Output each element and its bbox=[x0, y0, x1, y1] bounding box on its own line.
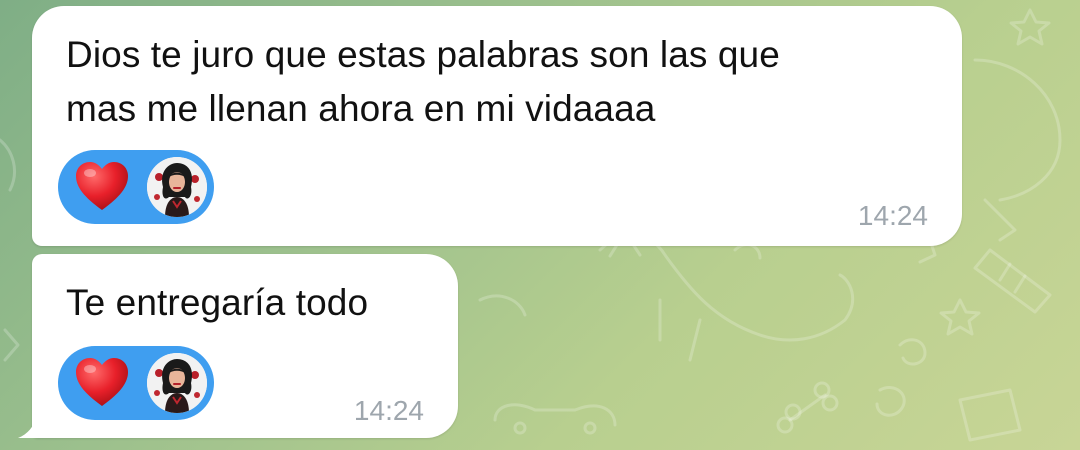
message-time: 14:24 bbox=[353, 395, 424, 426]
reaction-pill[interactable] bbox=[58, 150, 214, 224]
heart-icon bbox=[76, 358, 128, 406]
bubble-tail bbox=[18, 418, 44, 438]
avatar-image bbox=[147, 353, 207, 413]
message-text: Te entregaría todo bbox=[66, 282, 369, 323]
avatar[interactable] bbox=[147, 353, 207, 413]
message-bubble[interactable]: Dios te juro que estas palabras son las … bbox=[32, 6, 962, 246]
reaction-pill[interactable] bbox=[58, 346, 214, 420]
message-bubble[interactable]: Te entregaría todo 14:24 bbox=[32, 254, 458, 438]
message-time: 14:24 bbox=[857, 200, 928, 231]
heart-icon bbox=[76, 162, 128, 210]
avatar[interactable] bbox=[147, 157, 207, 217]
avatar-image bbox=[147, 157, 207, 217]
message-text: Dios te juro que estas palabras son las … bbox=[66, 34, 780, 129]
